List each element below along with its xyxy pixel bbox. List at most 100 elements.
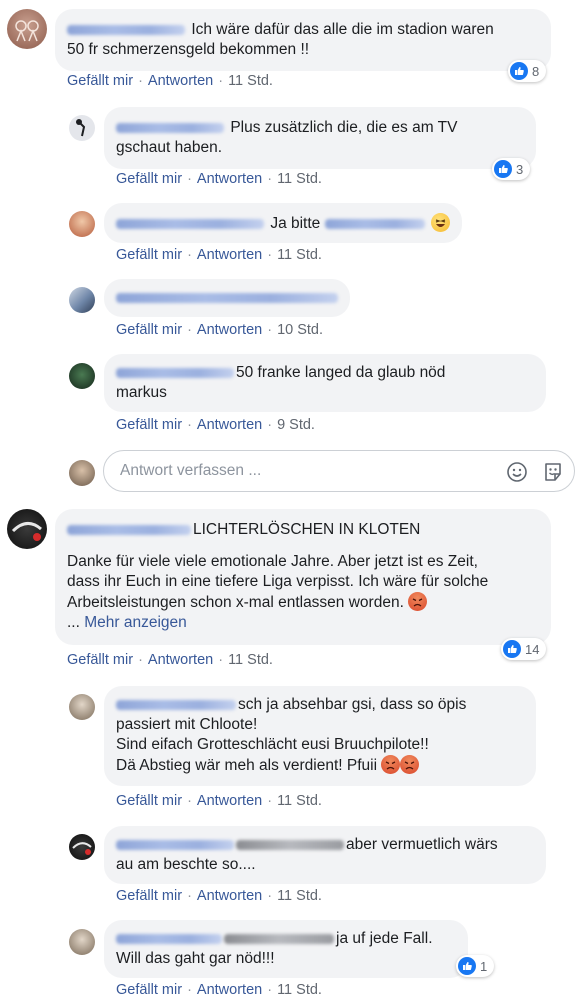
timestamp[interactable]: 11 Std. xyxy=(277,982,322,998)
comment-actions: Gefällt mir · Antworten · 11 Std. xyxy=(116,247,322,263)
angry-emoji-icon xyxy=(400,755,420,774)
reaction-count[interactable]: 3 xyxy=(492,158,531,180)
comment-text: 50 fr schmerzensgeld bekommen !! xyxy=(67,41,310,58)
comment-bubble: ja uf jede Fall. Will das gaht gar nöd!!… xyxy=(104,920,468,978)
comment-bubble: Plus zusätzlich die, die es am TV gschau… xyxy=(104,107,536,169)
like-link[interactable]: Gefällt mir xyxy=(116,171,182,187)
reply-link[interactable]: Antworten xyxy=(197,247,262,263)
comment-text: gschaut haben. xyxy=(116,139,223,156)
like-link[interactable]: Gefällt mir xyxy=(67,73,133,89)
like-link[interactable]: Gefällt mir xyxy=(116,982,182,998)
comment-bubble xyxy=(104,279,350,317)
redacted-name[interactable] xyxy=(224,933,334,944)
avatar[interactable] xyxy=(69,115,95,141)
comment-text: au am beschte so.... xyxy=(116,856,256,873)
reaction-count[interactable]: 14 xyxy=(501,638,547,660)
comment-text: Arbeitsleistungen schon x-mal entlassen … xyxy=(67,594,404,611)
comment-text: Danke für viele viele emotionale Jahre. … xyxy=(67,553,478,570)
reply-composer[interactable] xyxy=(103,450,575,492)
comment-actions: Gefällt mir · Antworten · 9 Std. xyxy=(116,417,315,433)
redacted-name[interactable] xyxy=(324,218,425,229)
reply-input[interactable] xyxy=(118,461,492,481)
reply-link[interactable]: Antworten xyxy=(197,171,262,187)
like-link[interactable]: Gefällt mir xyxy=(116,247,182,263)
comment-text: Sind eifach Grotteschlächt eusi Bruuchpi… xyxy=(116,736,429,753)
redacted-name[interactable] xyxy=(116,292,338,303)
comment-header: LICHTERLÖSCHEN IN KLOTEN xyxy=(193,521,421,538)
timestamp[interactable]: 11 Std. xyxy=(228,652,273,668)
like-link[interactable]: Gefällt mir xyxy=(116,793,182,809)
like-icon xyxy=(494,160,512,178)
avatar-illustration-icon xyxy=(15,20,39,42)
avatar[interactable] xyxy=(69,929,95,955)
redacted-name[interactable] xyxy=(67,24,185,35)
redacted-name[interactable] xyxy=(116,367,234,378)
like-link[interactable]: Gefällt mir xyxy=(67,652,133,668)
comment-bubble: sch ja absehbar gsi, dass so öpis passie… xyxy=(104,686,536,786)
avatar[interactable] xyxy=(7,509,47,549)
reaction-count[interactable]: 1 xyxy=(456,955,495,977)
like-link[interactable]: Gefällt mir xyxy=(116,322,182,338)
ellipsis: ... xyxy=(67,614,80,631)
comment-bubble: 50 franke langed da glaub nöd markus xyxy=(104,354,546,412)
comment-text: ja uf jede Fall. xyxy=(336,930,433,947)
laughing-emoji-icon xyxy=(430,213,450,232)
timestamp[interactable]: 11 Std. xyxy=(277,793,322,809)
reaction-count[interactable]: 8 xyxy=(508,60,547,82)
timestamp[interactable]: 9 Std. xyxy=(277,417,315,433)
redacted-name[interactable] xyxy=(236,839,344,850)
avatar[interactable] xyxy=(7,9,47,49)
comment-actions: Gefällt mir · Antworten · 11 Std. xyxy=(116,888,322,904)
comment-bubble: Ich wäre dafür das alle die im stadion w… xyxy=(55,9,551,71)
redacted-name[interactable] xyxy=(116,699,236,710)
avatar[interactable] xyxy=(69,287,95,313)
comment-text: aber vermuetlich wärs xyxy=(346,836,498,853)
avatar[interactable] xyxy=(69,211,95,237)
redacted-name[interactable] xyxy=(67,524,191,535)
comment-bubble: aber vermuetlich wärs au am beschte so..… xyxy=(104,826,546,884)
timestamp[interactable]: 11 Std. xyxy=(277,888,322,904)
sticker-icon[interactable] xyxy=(542,461,564,488)
reply-link[interactable]: Antworten xyxy=(197,888,262,904)
timestamp[interactable]: 11 Std. xyxy=(277,247,322,263)
avatar-illustration-icon xyxy=(76,119,86,137)
comment-actions: Gefällt mir · Antworten · 11 Std. xyxy=(116,793,322,809)
avatar[interactable] xyxy=(69,834,95,860)
redacted-name[interactable] xyxy=(116,933,222,944)
comment-bubble: Ja bitte xyxy=(104,203,462,243)
current-user-avatar xyxy=(69,460,95,486)
like-icon xyxy=(458,957,476,975)
comment-text: passiert mit Chloote! xyxy=(116,716,258,733)
reply-link[interactable]: Antworten xyxy=(197,793,262,809)
reply-link[interactable]: Antworten xyxy=(197,982,262,998)
comment-text: Ja bitte xyxy=(270,215,321,232)
comment-actions: Gefällt mir · Antworten · 11 Std. xyxy=(67,73,273,89)
reply-link[interactable]: Antworten xyxy=(148,652,213,668)
like-link[interactable]: Gefällt mir xyxy=(116,888,182,904)
comment-actions: Gefällt mir · Antworten · 11 Std. xyxy=(116,171,322,187)
redacted-name[interactable] xyxy=(116,122,224,133)
comment-text: Dä Abstieg wär meh als verdient! Pfuii xyxy=(116,757,378,774)
smiley-icon[interactable] xyxy=(506,461,528,488)
comment-actions: Gefällt mir · Antworten · 10 Std. xyxy=(116,322,324,338)
avatar[interactable] xyxy=(69,363,95,389)
timestamp[interactable]: 10 Std. xyxy=(277,322,323,338)
comment-text: dass ihr Euch in eine tiefere Liga verpi… xyxy=(67,573,489,590)
timestamp[interactable]: 11 Std. xyxy=(277,171,322,187)
reply-link[interactable]: Antworten xyxy=(197,417,262,433)
redacted-name[interactable] xyxy=(116,839,234,850)
comment-text: Ich wäre dafür das alle die im stadion w… xyxy=(191,21,494,38)
avatar[interactable] xyxy=(69,694,95,720)
like-link[interactable]: Gefällt mir xyxy=(116,417,182,433)
reply-link[interactable]: Antworten xyxy=(148,73,213,89)
avatar-logo-icon xyxy=(11,522,42,541)
timestamp[interactable]: 11 Std. xyxy=(228,73,273,89)
angry-emoji-icon xyxy=(381,755,401,774)
comment-text: Plus zusätzlich die, die es am TV xyxy=(230,119,458,136)
reply-link[interactable]: Antworten xyxy=(197,322,262,338)
see-more-link[interactable]: Mehr anzeigen xyxy=(84,614,187,631)
redacted-name[interactable] xyxy=(116,218,264,229)
like-icon xyxy=(503,640,521,658)
like-icon xyxy=(510,62,528,80)
comment-bubble: LICHTERLÖSCHEN IN KLOTEN Danke für viele… xyxy=(55,509,551,645)
